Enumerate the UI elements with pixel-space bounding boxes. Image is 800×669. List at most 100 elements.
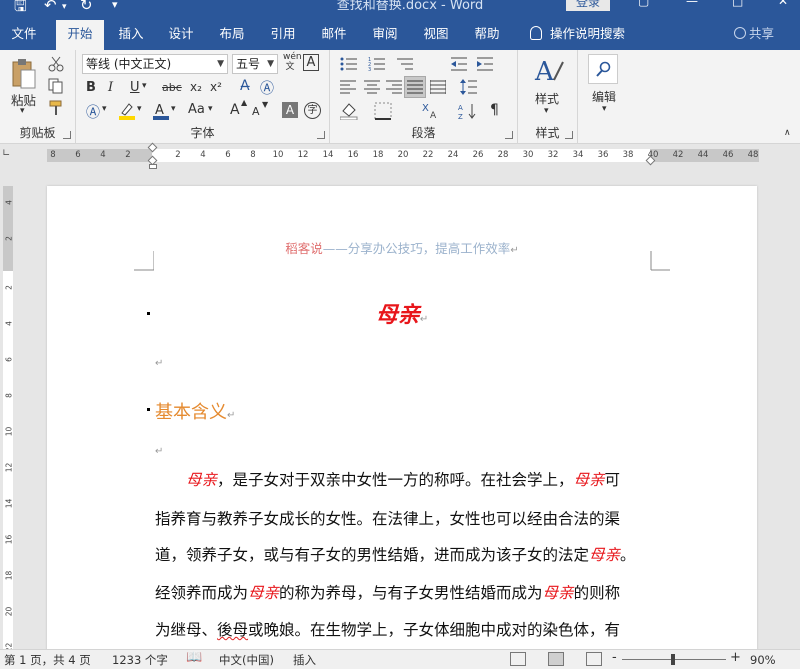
highlight-dropdown-icon[interactable]: ▾ [137, 104, 142, 114]
zoom-level[interactable]: 90% [750, 652, 776, 668]
tab-home[interactable]: 开始 [56, 20, 104, 50]
text-line[interactable]: 道，领养子女，或与有子女的男性结婚，进而成为该子女的法定母亲。 [155, 545, 655, 565]
chinese-layout-icon[interactable]: XA [422, 102, 444, 120]
section-heading[interactable]: 基本含义↵ [155, 398, 235, 424]
text-line[interactable]: 为继母、後母或晚娘。在生物学上，子女体细胞中成对的染色体，有 [155, 620, 655, 640]
align-left-icon[interactable] [340, 80, 356, 94]
read-mode-icon[interactable] [510, 652, 526, 666]
underline-dropdown-icon[interactable]: ▾ [142, 81, 147, 91]
superscript-button[interactable]: x² [210, 80, 222, 94]
web-layout-icon[interactable] [586, 652, 602, 666]
phonetic-guide-icon[interactable]: wén 文 [283, 52, 302, 72]
language-indicator[interactable]: 中文(中国) [219, 652, 274, 668]
underline-button[interactable]: U [130, 80, 140, 95]
tab-design[interactable]: 设计 [158, 20, 204, 50]
editing-dropdown-icon[interactable]: ▾ [602, 104, 607, 114]
customize-quick-access-icon[interactable]: ▾ [112, 0, 118, 11]
document-page[interactable]: 稻客说——分享办公技巧，提高工作效率↵ 母亲↵ ↵ 基本含义↵ ↵ 母亲，是子女… [47, 186, 757, 656]
close-icon[interactable]: ✕ [778, 0, 788, 8]
format-painter-icon[interactable] [48, 100, 64, 116]
cut-icon[interactable] [48, 56, 64, 72]
subscript-button[interactable]: x₂ [190, 80, 202, 94]
undo-icon[interactable]: ↶ [44, 0, 57, 14]
text-effects-button-icon[interactable]: Ⓐ [86, 102, 100, 122]
word-count[interactable]: 1233 个字 [112, 652, 168, 668]
paste-dropdown-icon[interactable]: ▾ [20, 106, 25, 116]
font-color-dropdown-icon[interactable]: ▾ [171, 104, 176, 114]
font-name-dropdown[interactable]: 等线 (中文正文) ▼ [82, 54, 228, 74]
share-button[interactable]: 共享 [734, 20, 774, 50]
font-color-icon[interactable]: A [152, 102, 170, 120]
paste-icon[interactable] [10, 58, 38, 90]
justify-button[interactable] [404, 76, 426, 98]
show-paragraph-marks-icon[interactable]: ¶ [490, 102, 499, 118]
tab-selector-icon[interactable]: ∟ [2, 148, 16, 162]
change-case-dropdown-icon[interactable]: ▾ [208, 104, 213, 114]
increase-indent-icon[interactable] [476, 56, 494, 72]
enclose-characters-button[interactable]: 字 [304, 102, 321, 119]
text-line[interactable]: 经领养而成为母亲的称为养母，与有子女男性结婚而成为母亲的则称 [155, 583, 655, 603]
page-count[interactable]: 第 1 页，共 4 页 [4, 652, 91, 668]
styles-dropdown-icon[interactable]: ▾ [544, 106, 549, 116]
styles-icon[interactable]: A [534, 56, 564, 86]
distributed-icon[interactable] [430, 80, 446, 94]
maximize-icon[interactable]: □ [732, 0, 743, 8]
decrease-indent-icon[interactable] [450, 56, 468, 72]
tab-review[interactable]: 审阅 [362, 20, 408, 50]
clipboard-launcher-icon[interactable] [63, 131, 71, 139]
vertical-ruler[interactable]: 4 2 2 4 6 8 10 12 14 16 18 20 22 [3, 186, 14, 652]
editing-label[interactable]: 编辑 [592, 88, 616, 105]
shrink-font-button[interactable]: A [252, 105, 260, 118]
tab-file[interactable]: 文件 [0, 20, 48, 50]
numbering-icon[interactable]: 123 [368, 56, 386, 72]
clear-formatting-icon[interactable]: A̶ [240, 78, 250, 94]
shading-icon[interactable] [340, 102, 358, 120]
bold-button[interactable]: B [86, 80, 96, 95]
sort-icon[interactable]: AZ [458, 102, 478, 120]
page-header[interactable]: 稻客说——分享办公技巧，提高工作效率↵ [47, 238, 757, 257]
left-indent-marker[interactable] [149, 164, 157, 169]
character-shading-icon[interactable]: A [282, 102, 298, 118]
zoom-out-button[interactable]: - [612, 650, 617, 666]
tab-insert[interactable]: 插入 [108, 20, 154, 50]
tab-mailings[interactable]: 邮件 [311, 20, 357, 50]
minimize-icon[interactable]: — [686, 0, 698, 8]
tab-references[interactable]: 引用 [260, 20, 306, 50]
highlight-color-icon[interactable] [118, 102, 136, 120]
text-effects-dropdown-icon[interactable]: ▾ [102, 104, 107, 114]
italic-button[interactable]: I [108, 80, 113, 95]
login-button[interactable]: 登录 [566, 0, 610, 11]
line-spacing-icon[interactable] [460, 78, 478, 96]
collapse-ribbon-icon[interactable]: ∧ [784, 128, 791, 138]
copy-icon[interactable] [48, 78, 64, 94]
document-heading-title[interactable]: 母亲↵ [47, 297, 757, 329]
align-center-icon[interactable] [364, 80, 380, 94]
text-effects-icon[interactable]: Ⓐ [260, 78, 274, 98]
font-size-dropdown[interactable]: 五号 ▼ [232, 54, 278, 74]
grow-font-button[interactable]: A [230, 102, 240, 118]
bullets-icon[interactable] [340, 56, 358, 72]
zoom-slider-thumb[interactable] [671, 654, 675, 665]
redo-icon[interactable]: ↻ [80, 0, 93, 14]
ribbon-display-icon[interactable]: ▢ [638, 0, 649, 8]
paragraph-launcher-icon[interactable] [505, 131, 513, 139]
tab-layout[interactable]: 布局 [209, 20, 255, 50]
undo-dropdown-icon[interactable]: ▾ [62, 2, 67, 12]
multilevel-list-icon[interactable] [396, 56, 414, 72]
print-layout-icon[interactable] [548, 652, 564, 666]
tab-view[interactable]: 视图 [413, 20, 459, 50]
borders-icon[interactable] [374, 102, 392, 120]
proofing-icon[interactable]: 📖 [186, 650, 202, 666]
text-line[interactable]: 母亲，是子女对于双亲中女性一方的称呼。在社会学上，母亲可 [155, 470, 655, 490]
character-border-icon[interactable]: A [303, 54, 319, 71]
font-launcher-icon[interactable] [317, 131, 325, 139]
insert-mode-indicator[interactable]: 插入 [293, 652, 316, 668]
change-case-button[interactable]: Aa [188, 102, 205, 117]
save-icon[interactable]: 🖫 [14, 0, 27, 20]
tell-me-search[interactable]: 操作说明搜索 [530, 20, 625, 50]
styles-launcher-icon[interactable] [565, 131, 573, 139]
styles-label[interactable]: 样式 [535, 90, 559, 107]
strikethrough-button[interactable]: abc [162, 81, 182, 94]
horizontal-ruler[interactable]: 8 6 4 2 2 4 6 8 10 12 14 16 18 20 22 24 26 28 30 32 34 36 38 40… [47, 142, 759, 169]
zoom-in-button[interactable]: + [730, 650, 741, 666]
